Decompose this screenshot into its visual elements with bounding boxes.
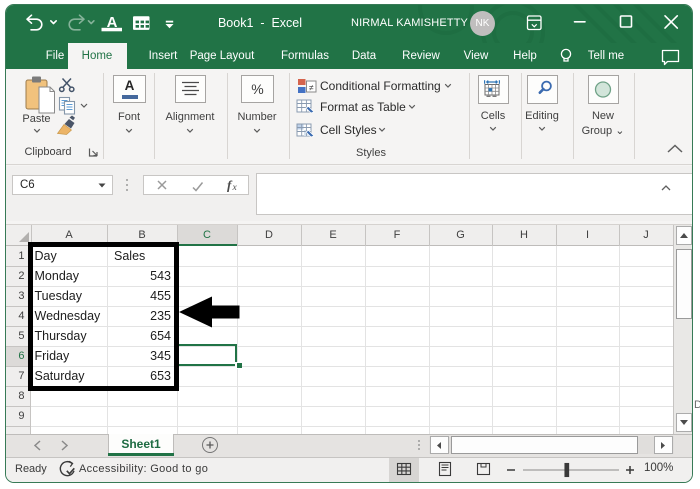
svg-text:x: x xyxy=(232,183,238,193)
svg-text:≠: ≠ xyxy=(309,83,314,93)
